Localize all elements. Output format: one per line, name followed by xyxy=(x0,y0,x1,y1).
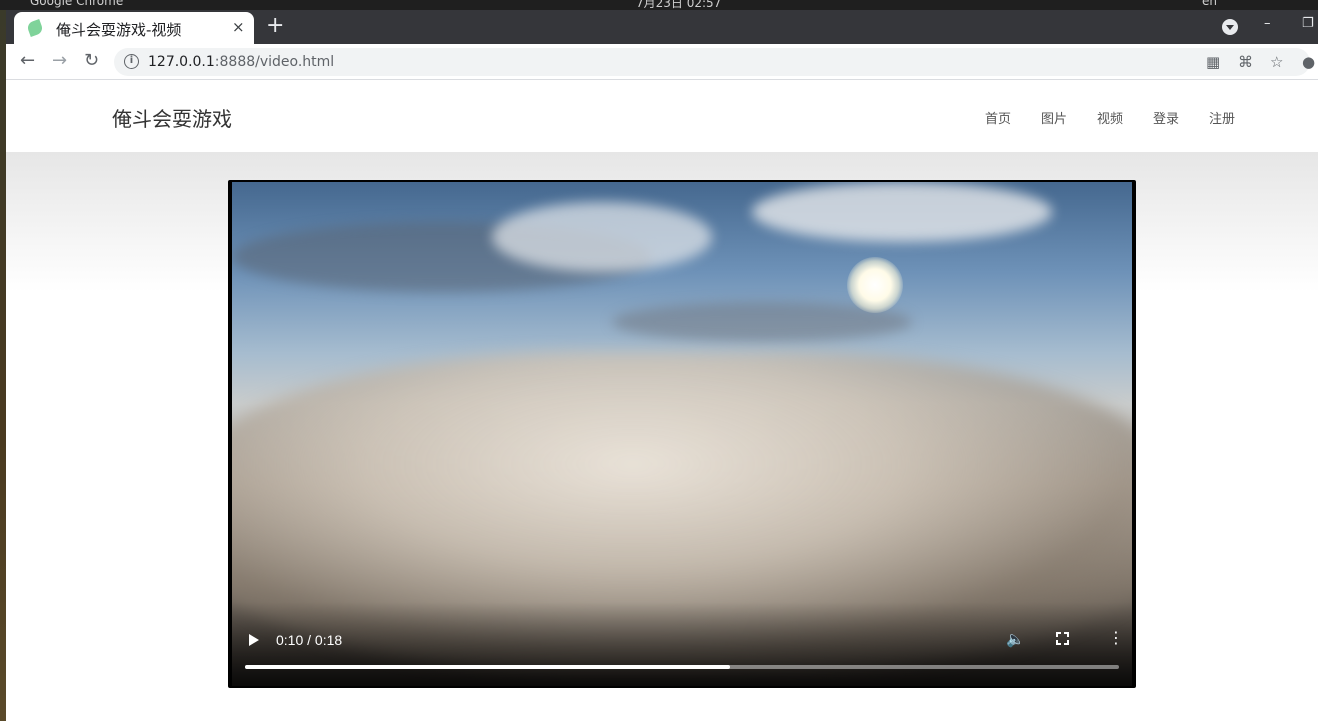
forward-arrow-icon[interactable]: → xyxy=(52,51,67,71)
site-brand[interactable]: 俺斗会耍游戏 xyxy=(112,103,232,132)
site-header: 俺斗会耍游戏 首页 图片 视频 登录 注册 xyxy=(6,81,1318,152)
os-language-indicator[interactable]: en xyxy=(1202,0,1217,8)
bookmark-star-icon[interactable]: ☆ xyxy=(1270,53,1283,71)
tab-search-icon[interactable] xyxy=(1222,19,1238,35)
page-viewport: 俺斗会耍游戏 首页 图片 视频 登录 注册 0:10 / 0:18 🔈 ⋮ xyxy=(6,81,1318,721)
back-arrow-icon[interactable]: ← xyxy=(20,51,35,71)
video-progress-bar[interactable] xyxy=(245,665,1119,669)
new-tab-button[interactable]: + xyxy=(266,14,284,38)
profile-avatar-icon[interactable]: ● xyxy=(1302,53,1315,71)
video-cloud xyxy=(492,202,712,272)
translate-icon[interactable]: ⌘ xyxy=(1238,53,1253,71)
url-host: 127.0.0.1 xyxy=(148,54,215,70)
os-top-bar: Google Chrome 7月23日 02:57 en xyxy=(0,0,1318,10)
video-frame[interactable]: 0:10 / 0:18 🔈 ⋮ xyxy=(232,182,1132,686)
tab-title: 俺斗会耍游戏-视频 xyxy=(56,21,182,39)
tab-strip: 俺斗会耍游戏-视频 × + – ❐ xyxy=(6,10,1318,44)
video-cloud xyxy=(752,182,1052,242)
video-progress-fill xyxy=(245,665,731,669)
site-info-icon[interactable]: i xyxy=(124,54,139,69)
fullscreen-icon[interactable] xyxy=(1056,632,1069,645)
browser-toolbar: ← → ↻ i 127.0.0.1:8888/video.html ▦ ⌘ ☆ … xyxy=(6,44,1318,80)
video-sun xyxy=(847,257,903,313)
restore-icon[interactable]: ❐ xyxy=(1302,16,1314,31)
video-controls: 0:10 / 0:18 🔈 ⋮ xyxy=(232,622,1132,686)
nav-link-home[interactable]: 首页 xyxy=(970,108,1026,127)
url-text[interactable]: 127.0.0.1:8888/video.html xyxy=(148,54,334,70)
video-player[interactable]: 0:10 / 0:18 🔈 ⋮ xyxy=(228,180,1136,688)
site-nav: 首页 图片 视频 登录 注册 xyxy=(970,108,1250,127)
address-bar[interactable]: i 127.0.0.1:8888/video.html ▦ ⌘ ☆ xyxy=(114,48,1310,76)
more-options-icon[interactable]: ⋮ xyxy=(1108,630,1124,646)
video-time: 0:10 / 0:18 xyxy=(276,632,343,648)
url-path: :8888/video.html xyxy=(214,54,335,70)
nav-link-register[interactable]: 注册 xyxy=(1194,108,1250,127)
reload-icon[interactable]: ↻ xyxy=(84,51,99,71)
os-app-title: Google Chrome xyxy=(30,0,124,8)
minimize-icon[interactable]: – xyxy=(1264,16,1271,31)
nav-link-login[interactable]: 登录 xyxy=(1138,108,1194,127)
leaf-favicon-icon xyxy=(26,19,44,37)
tab-active[interactable]: 俺斗会耍游戏-视频 × xyxy=(14,12,254,44)
volume-icon[interactable]: 🔈 xyxy=(1006,630,1025,648)
browser-window: 俺斗会耍游戏-视频 × + – ❐ ← → ↻ i 127.0.0.1:8888… xyxy=(6,10,1318,721)
nav-link-images[interactable]: 图片 xyxy=(1026,108,1082,127)
nav-link-video[interactable]: 视频 xyxy=(1082,108,1138,127)
play-icon[interactable] xyxy=(249,634,259,646)
close-tab-icon[interactable]: × xyxy=(232,18,245,36)
qr-code-icon[interactable]: ▦ xyxy=(1206,53,1220,71)
